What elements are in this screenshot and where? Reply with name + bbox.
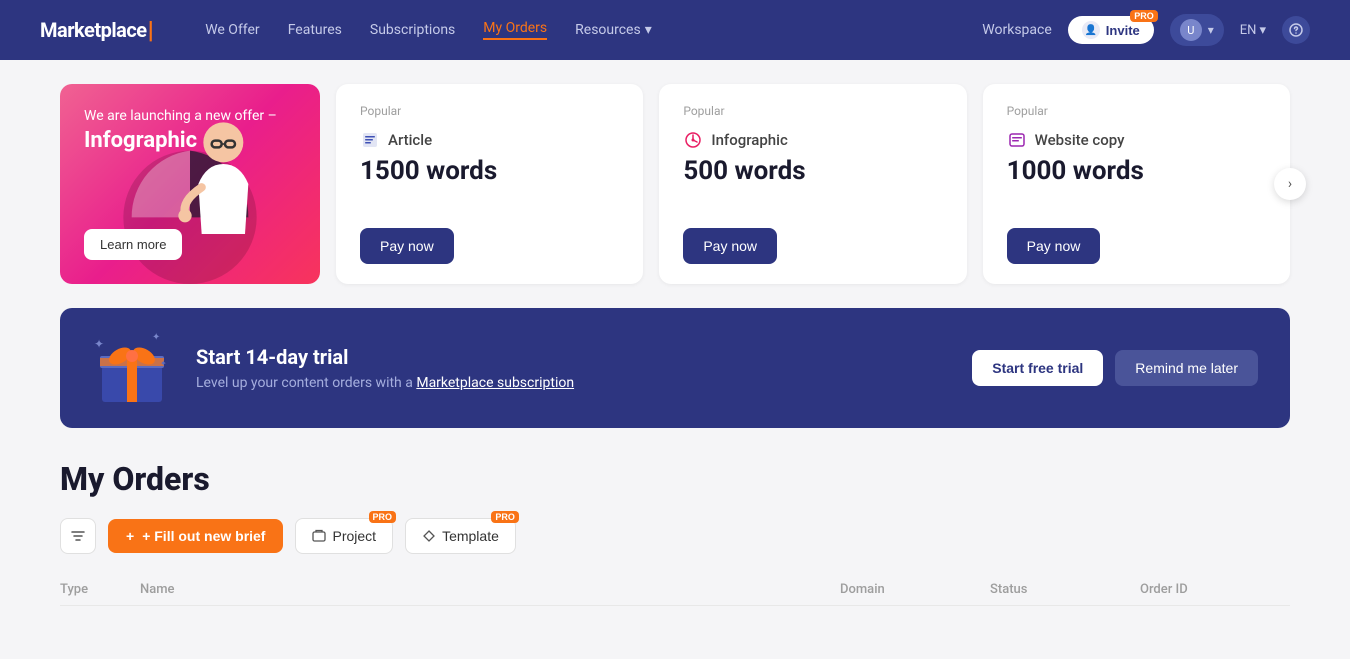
svg-text:✦: ✦ [152,332,160,343]
help-button[interactable] [1282,16,1310,44]
nav-resources[interactable]: Resources ▾ [575,22,652,38]
trial-title: Start 14-day trial [196,345,948,369]
learn-more-button[interactable]: Learn more [84,229,182,260]
gift-icon: ✦ ✦ ✦ [92,328,172,408]
website-copy-type-label: Website copy [1035,131,1125,149]
website-copy-pay-now-button[interactable]: Pay now [1007,228,1101,264]
article-popular-badge: Popular [360,104,619,118]
nav-links: We Offer Features Subscriptions My Order… [205,20,950,40]
trial-banner: ✦ ✦ ✦ Start 14-day trial Level up your c… [60,308,1290,428]
nav-we-offer[interactable]: We Offer [205,22,259,38]
project-pro-badge: PRO [369,511,397,523]
product-carousel: We are launching a new offer – Infograph… [60,84,1290,284]
trial-actions: Start free trial Remind me later [972,350,1258,386]
remind-later-button[interactable]: Remind me later [1115,350,1258,386]
navbar: Marketplace| We Offer Features Subscript… [0,0,1350,60]
nav-my-orders[interactable]: My Orders [483,20,547,40]
pro-badge: PRO [1130,10,1158,22]
website-copy-popular-badge: Popular [1007,104,1266,118]
template-pro-badge: PRO [491,511,519,523]
my-orders-title: My Orders [60,460,1290,498]
infographic-popular-badge: Popular [683,104,942,118]
svg-text:✦: ✦ [94,337,104,351]
infographic-type-row: Infographic [683,130,942,150]
article-icon [360,130,380,150]
avatar: U [1180,19,1202,41]
my-orders-section: My Orders + + Fill out new brief Project [60,460,1290,606]
logo[interactable]: Marketplace| [40,16,153,44]
orders-toolbar: + + Fill out new brief Project PRO Templ… [60,518,1290,554]
project-icon [312,529,326,543]
navbar-right: Workspace 👤 Invite PRO U ▾ EN ▾ [982,14,1310,46]
user-menu-button[interactable]: U ▾ [1170,14,1224,46]
chevron-down-icon: ▾ [645,22,652,38]
filter-icon [70,528,86,544]
main-content: We are launching a new offer – Infograph… [0,60,1350,630]
template-button[interactable]: Template PRO [405,518,516,554]
project-button[interactable]: Project PRO [295,518,393,554]
lang-chevron-icon: ▾ [1259,23,1266,38]
article-card: Popular Article 1500 words Pay now [336,84,643,284]
col-type: Type [60,582,140,597]
infographic-card: Popular Infographic 500 words Pay now [659,84,966,284]
carousel-next-arrow[interactable]: › [1274,168,1306,200]
template-icon [422,529,436,543]
infographic-type-label: Infographic [711,131,787,149]
website-copy-card: Popular Website copy 1000 words Pay now [983,84,1290,284]
orders-table-header: Type Name Domain Status Order ID [60,574,1290,606]
fill-out-new-brief-button[interactable]: + + Fill out new brief [108,519,283,553]
plus-icon: + [126,528,134,544]
marketplace-subscription-link[interactable]: Marketplace subscription [416,375,574,391]
infographic-icon [683,130,703,150]
promo-card: We are launching a new offer – Infograph… [60,84,320,284]
website-copy-type-row: Website copy [1007,130,1266,150]
filter-button[interactable] [60,518,96,554]
start-free-trial-button[interactable]: Start free trial [972,350,1103,386]
infographic-words: 500 words [683,156,942,186]
article-type-row: Article [360,130,619,150]
invite-button[interactable]: 👤 Invite PRO [1068,16,1154,44]
col-domain: Domain [840,582,990,597]
website-copy-icon [1007,130,1027,150]
trial-description: Level up your content orders with a Mark… [196,375,948,391]
user-chevron-icon: ▾ [1208,23,1214,37]
article-words: 1500 words [360,156,619,186]
trial-illustration: ✦ ✦ ✦ [92,328,172,408]
nav-subscriptions[interactable]: Subscriptions [370,22,455,38]
article-type-label: Article [388,131,432,149]
trial-text-block: Start 14-day trial Level up your content… [196,345,948,391]
col-status: Status [990,582,1140,597]
workspace-label: Workspace [982,22,1052,38]
infographic-pay-now-button[interactable]: Pay now [683,228,777,264]
nav-features[interactable]: Features [288,22,342,38]
language-selector[interactable]: EN ▾ [1240,23,1266,38]
col-order-id: Order ID [1140,582,1290,597]
article-pay-now-button[interactable]: Pay now [360,228,454,264]
person-icon: 👤 [1082,21,1100,39]
website-copy-words: 1000 words [1007,156,1266,186]
col-name: Name [140,582,840,597]
svg-text:✦: ✦ [160,359,167,368]
